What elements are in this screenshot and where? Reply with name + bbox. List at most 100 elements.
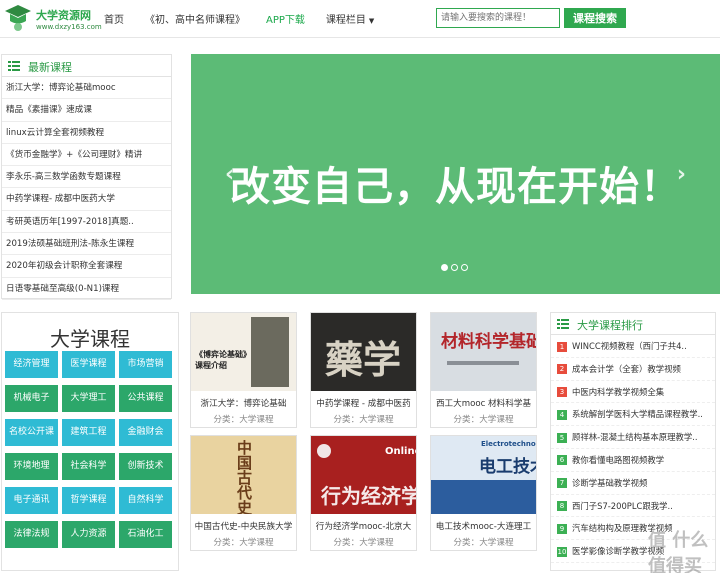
list-item[interactable]: 6 教你看懂电路图视频教学 [551, 449, 715, 472]
category-button[interactable]: 哲学课程 [62, 487, 115, 514]
course-card[interactable]: 中国古代史 中国古代史-中央民族大学 分类：大学课程 [190, 435, 297, 551]
nav-app-download[interactable]: APP下载 [266, 11, 305, 26]
list-item[interactable]: 精品《素描课》速成课 [2, 99, 171, 122]
category-button[interactable]: 经济管理 [5, 351, 58, 378]
category-button[interactable]: 石油化工 [119, 521, 172, 548]
list-item[interactable]: 1 WINCC视频教程（西门子共4.. [551, 335, 715, 358]
list-item[interactable]: 3 中医内科学教学视频全集 [551, 381, 715, 404]
category-button[interactable]: 法律法规 [5, 521, 58, 548]
latest-panel-title: 最新课程 [28, 61, 72, 74]
course-title: 电工技术mooc-大连理工 [435, 522, 532, 532]
nav-course-columns[interactable]: 课程栏目 ▼ [326, 11, 374, 26]
electrotechnology-label: Electrotechnology [481, 440, 536, 448]
main-nav: 首页 《初、高中名师课程》 APP下载 课程栏目 ▼ [104, 11, 395, 26]
course-card[interactable]: 《博弈论基础》课程介绍 浙江大学：博弈论基础 分类：大学课程 [190, 312, 297, 428]
search-input[interactable] [436, 8, 560, 28]
category-button[interactable]: 电子通讯 [5, 487, 58, 514]
course-title: 西工大mooc 材料科学基 [435, 399, 532, 409]
logo-url: www.dxzy163.com [36, 23, 102, 31]
course-category: 分类：大学课程 [333, 415, 394, 425]
logo-title: 大学资源网 [36, 9, 91, 22]
rank-label: 中医内科学教学视频全集 [572, 386, 665, 397]
watermark-logo: 值 什么值得买 [648, 530, 709, 573]
university-courses-title: 大学课程 [50, 327, 130, 351]
site-logo[interactable]: 大学资源网 www.dxzy163.com [4, 3, 102, 35]
course-title: 行为经济学mooc-北京大 [315, 522, 412, 532]
rank-number: 10 [557, 546, 567, 557]
list-item[interactable]: linux云计算全套视频教程 [2, 122, 171, 144]
list-item[interactable]: 李永乐-高三数学函数专题课程 [2, 166, 171, 189]
next-slide-icon[interactable]: › [677, 162, 686, 187]
category-button[interactable]: 名校公开课 [5, 419, 58, 446]
rank-label: 教你看懂电路图视频教学 [572, 454, 665, 465]
thumbnail-decoration [431, 480, 536, 514]
rank-number: 2 [557, 364, 567, 375]
slide-dot[interactable] [461, 264, 468, 271]
thumbnail-caption: 中国古代史 [235, 440, 253, 514]
category-button[interactable]: 公共课程 [119, 385, 172, 412]
course-card[interactable]: Online 行为经济学 行为经济学mooc-北京大 分类：大学课程 [310, 435, 417, 551]
category-button[interactable]: 环境地理 [5, 453, 58, 480]
rank-number: 1 [557, 341, 567, 352]
nav-course-columns-label: 课程栏目 [325, 15, 366, 26]
list-item[interactable]: 4 系统解剖学医科大学精品课程教学.. [551, 403, 715, 427]
list-item[interactable]: 8 西门子S7-200PLC跟我学.. [551, 495, 715, 518]
category-button[interactable]: 自然科学 [119, 487, 172, 514]
banner-slogan: 改变自己，从现在开始！ [230, 164, 681, 210]
ranking-panel-header: 大学课程排行 [551, 313, 715, 335]
category-button[interactable]: 医学课程 [62, 351, 115, 378]
list-item[interactable]: 5 顾祥林-混凝土结构基本原理教学.. [551, 426, 715, 449]
list-item[interactable]: 2020年初级会计职称全套课程 [2, 255, 171, 278]
course-category: 分类：大学课程 [213, 538, 274, 548]
category-button[interactable]: 机械电子 [5, 385, 58, 412]
hero-banner[interactable]: ‹ 改变自己，从现在开始！ › [191, 54, 720, 294]
category-button[interactable]: 人力资源 [62, 521, 115, 548]
category-button[interactable]: 社会科学 [62, 453, 115, 480]
course-card[interactable]: Electrotechnology 电工技术 电工技术mooc-大连理工 分类：… [430, 435, 537, 551]
course-category: 分类：大学课程 [453, 538, 514, 548]
list-item[interactable]: 中药学课程- 成都中医药大学 [2, 188, 171, 211]
course-category: 分类：大学课程 [333, 538, 394, 548]
thumbnail-caption: 《博弈论基础》课程介绍 [195, 350, 251, 370]
list-item[interactable]: 《货币金融学》+《公司理财》精讲 [2, 144, 171, 167]
rank-label: 西门子S7-200PLC跟我学.. [572, 500, 673, 511]
rank-number: 9 [557, 523, 567, 534]
category-button[interactable]: 金融财会 [119, 419, 172, 446]
list-item[interactable]: 浙江大学：博弈论基础mooc [2, 77, 171, 100]
thumbnail-caption: 藥学 [325, 338, 402, 382]
rank-number: 8 [557, 501, 567, 512]
category-button[interactable]: 建筑工程 [62, 419, 115, 446]
rank-label: 诊断学基础教学视频 [572, 477, 648, 488]
slide-dot[interactable] [441, 264, 448, 271]
list-item[interactable]: 日语零基础至高级(0-N1)课程 [2, 278, 171, 300]
category-grid: 经济管理 医学课程 市场营销 机械电子 大学理工 公共课程 名校公开课 建筑工程… [5, 351, 172, 548]
course-thumbnail: Online 行为经济学 [311, 436, 416, 514]
course-category: 分类：大学课程 [213, 415, 274, 425]
university-courses-panel: 大学课程 经济管理 医学课程 市场营销 机械电子 大学理工 公共课程 名校公开课… [1, 312, 179, 571]
rank-label: 系统解剖学医科大学精品课程教学.. [572, 409, 703, 420]
list-item[interactable]: 2 成本会计学（全套）教学视频 [551, 358, 715, 381]
course-title: 中药学课程 - 成都中医药 [316, 399, 411, 409]
course-title: 中国古代史-中央民族大学 [194, 522, 293, 532]
search-button[interactable]: 课程搜索 [564, 8, 626, 28]
course-card[interactable]: 材料科学基础 西工大mooc 材料科学基 分类：大学课程 [430, 312, 537, 428]
list-item[interactable]: 7 诊断学基础教学视频 [551, 472, 715, 495]
course-thumbnail: 藥学 [311, 313, 416, 391]
online-label: Online [385, 446, 416, 457]
nav-middle-school[interactable]: 《初、高中名师课程》 [145, 11, 245, 26]
nav-home[interactable]: 首页 [104, 11, 124, 26]
category-button[interactable]: 创新技术 [119, 453, 172, 480]
category-button[interactable]: 大学理工 [62, 385, 115, 412]
latest-course-list: 浙江大学：博弈论基础mooc 精品《素描课》速成课 linux云计算全套视频教程… [2, 77, 171, 300]
rank-number: 7 [557, 478, 567, 489]
rank-number: 4 [557, 409, 567, 420]
thumbnail-caption: 材料科学基础 [441, 332, 536, 352]
list-item[interactable]: 考研英语历年[1997-2018]真题.. [2, 211, 171, 234]
thumbnail-caption: 电工技术 [479, 457, 536, 477]
chevron-down-icon: ▼ [368, 17, 375, 25]
course-card[interactable]: 藥学 中药学课程 - 成都中医药 分类：大学课程 [310, 312, 417, 428]
list-item[interactable]: 2019法硕基础班刑法-陈永生课程 [2, 233, 171, 256]
category-button[interactable]: 市场营销 [119, 351, 172, 378]
logo-graduate-icon [5, 5, 31, 31]
slide-dot[interactable] [451, 264, 458, 271]
